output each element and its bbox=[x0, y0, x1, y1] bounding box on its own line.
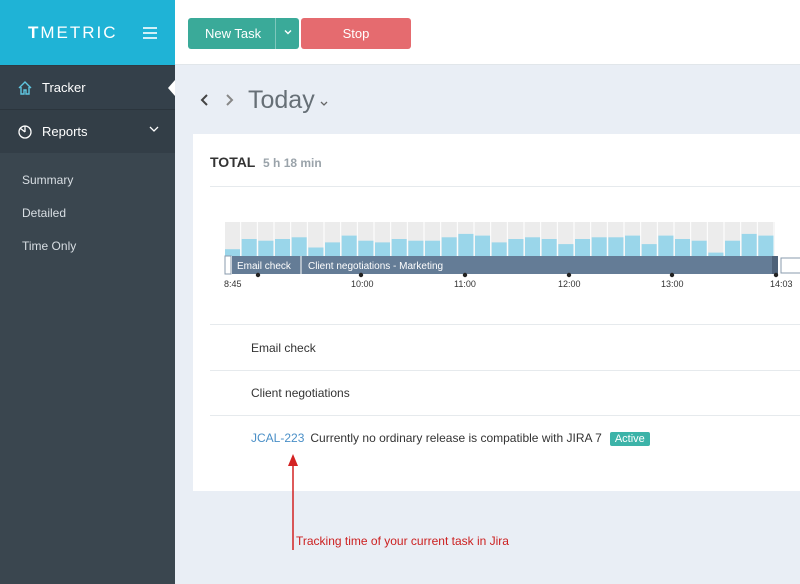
menu-toggle-icon[interactable] bbox=[143, 27, 157, 42]
sidebar-item-detailed[interactable]: Detailed bbox=[0, 196, 175, 229]
chevron-down-icon[interactable] bbox=[320, 101, 328, 107]
chevron-down-icon[interactable] bbox=[282, 26, 294, 38]
activity-bar bbox=[508, 239, 524, 256]
timeline-tick-dot bbox=[566, 272, 572, 278]
status-badge: Active bbox=[609, 432, 650, 446]
new-task-label: New Task bbox=[205, 26, 262, 41]
activity-bar bbox=[741, 233, 757, 256]
home-icon bbox=[18, 80, 32, 95]
activity-bar bbox=[291, 237, 307, 256]
activity-bar bbox=[608, 237, 624, 256]
sidebar-item-tracker[interactable]: Tracker bbox=[0, 65, 175, 109]
sidebar-item-summary[interactable]: Summary bbox=[0, 163, 175, 196]
logo[interactable]: TMETRIC bbox=[28, 23, 118, 43]
date-label[interactable]: Today bbox=[248, 86, 315, 115]
sidebar-item-time-only[interactable]: Time Only bbox=[0, 229, 175, 262]
sidebar-item-label: Tracker bbox=[42, 80, 86, 95]
chevron-left-icon[interactable] bbox=[200, 93, 210, 107]
activity-bar bbox=[708, 252, 724, 256]
activity-bar bbox=[441, 237, 457, 256]
top-toolbar: New Task Stop bbox=[175, 0, 800, 65]
activity-bar bbox=[325, 242, 341, 256]
activity-bar bbox=[575, 239, 591, 256]
divider bbox=[210, 324, 800, 325]
timeline-tick-dot bbox=[462, 272, 468, 278]
sidebar: TMETRIC Tracker Reports Summary Detailed… bbox=[0, 0, 175, 584]
activity-bar bbox=[491, 242, 507, 256]
timeline-start-label: 8:45 bbox=[224, 279, 242, 289]
activity-bar bbox=[758, 235, 774, 256]
timeline-end-handle bbox=[780, 257, 800, 274]
task-row[interactable]: Email check bbox=[251, 341, 316, 355]
sidebar-item-label: Reports bbox=[42, 124, 88, 139]
activity-bar bbox=[558, 244, 574, 256]
activity-bar bbox=[391, 239, 407, 256]
activity-bar bbox=[458, 233, 474, 256]
activity-bar bbox=[675, 239, 691, 256]
brand-header: TMETRIC bbox=[0, 0, 175, 65]
active-task-row[interactable]: JCAL-223 Currently no ordinary release is… bbox=[251, 431, 650, 446]
timeline-tick-label: 11:00 bbox=[454, 279, 476, 289]
activity-bar bbox=[425, 240, 441, 256]
date-navigator: Today bbox=[200, 84, 328, 116]
activity-bar bbox=[241, 239, 257, 256]
activity-bar bbox=[725, 240, 741, 256]
task-description: Currently no ordinary release is compati… bbox=[310, 431, 602, 445]
timeline-tick-dot bbox=[255, 272, 261, 278]
timeline-end-label: 14:03 bbox=[770, 279, 793, 289]
stop-button[interactable]: Stop bbox=[301, 18, 411, 49]
activity-bar bbox=[641, 244, 657, 256]
task-row[interactable]: Client negotiations bbox=[251, 386, 350, 400]
pie-chart-icon bbox=[18, 124, 32, 139]
divider bbox=[210, 370, 800, 371]
activity-bar bbox=[658, 235, 674, 256]
day-summary-card: TOTAL 5 h 18 min Email check Client negot… bbox=[193, 134, 800, 491]
activity-bar bbox=[475, 235, 491, 256]
activity-bar bbox=[341, 235, 357, 256]
activity-bar bbox=[308, 247, 324, 256]
new-task-button[interactable]: New Task bbox=[188, 18, 299, 49]
jira-issue-link[interactable]: JCAL-223 bbox=[251, 431, 304, 445]
timeline-tick-label: 12:00 bbox=[558, 279, 581, 289]
sidebar-item-reports[interactable]: Reports bbox=[0, 109, 175, 153]
chevron-right-icon[interactable] bbox=[224, 93, 234, 107]
timeline-tick-label: 10:00 bbox=[351, 279, 374, 289]
divider bbox=[210, 415, 800, 416]
activity-bar bbox=[525, 237, 541, 256]
timeline-chart[interactable]: Email check Client negotiations - Marketi… bbox=[193, 134, 800, 294]
button-divider bbox=[275, 18, 276, 49]
timeline-start-handle bbox=[224, 255, 232, 275]
timeline-tick-dot bbox=[669, 272, 675, 278]
activity-bar bbox=[541, 239, 557, 256]
timeline-tick-dot bbox=[773, 272, 779, 278]
activity-bar bbox=[408, 240, 424, 256]
timeline-tick-dot bbox=[358, 272, 364, 278]
chevron-down-icon bbox=[149, 126, 159, 132]
annotation-text: Tracking time of your current task in Ji… bbox=[296, 534, 509, 548]
activity-bar bbox=[358, 240, 374, 256]
activity-bar bbox=[275, 239, 291, 256]
activity-bar bbox=[225, 249, 241, 256]
reports-submenu: Summary Detailed Time Only bbox=[0, 153, 175, 262]
timeline-segment-label: Client negotiations - Marketing bbox=[308, 261, 443, 272]
activity-bar bbox=[258, 240, 274, 256]
timeline-segment-label: Email check bbox=[237, 261, 292, 272]
activity-bar bbox=[375, 242, 391, 256]
activity-bar bbox=[625, 235, 641, 256]
timeline-end-marker bbox=[772, 256, 778, 274]
timeline-tick-label: 13:00 bbox=[661, 279, 684, 289]
activity-bar bbox=[591, 237, 607, 256]
activity-bar bbox=[691, 240, 707, 256]
